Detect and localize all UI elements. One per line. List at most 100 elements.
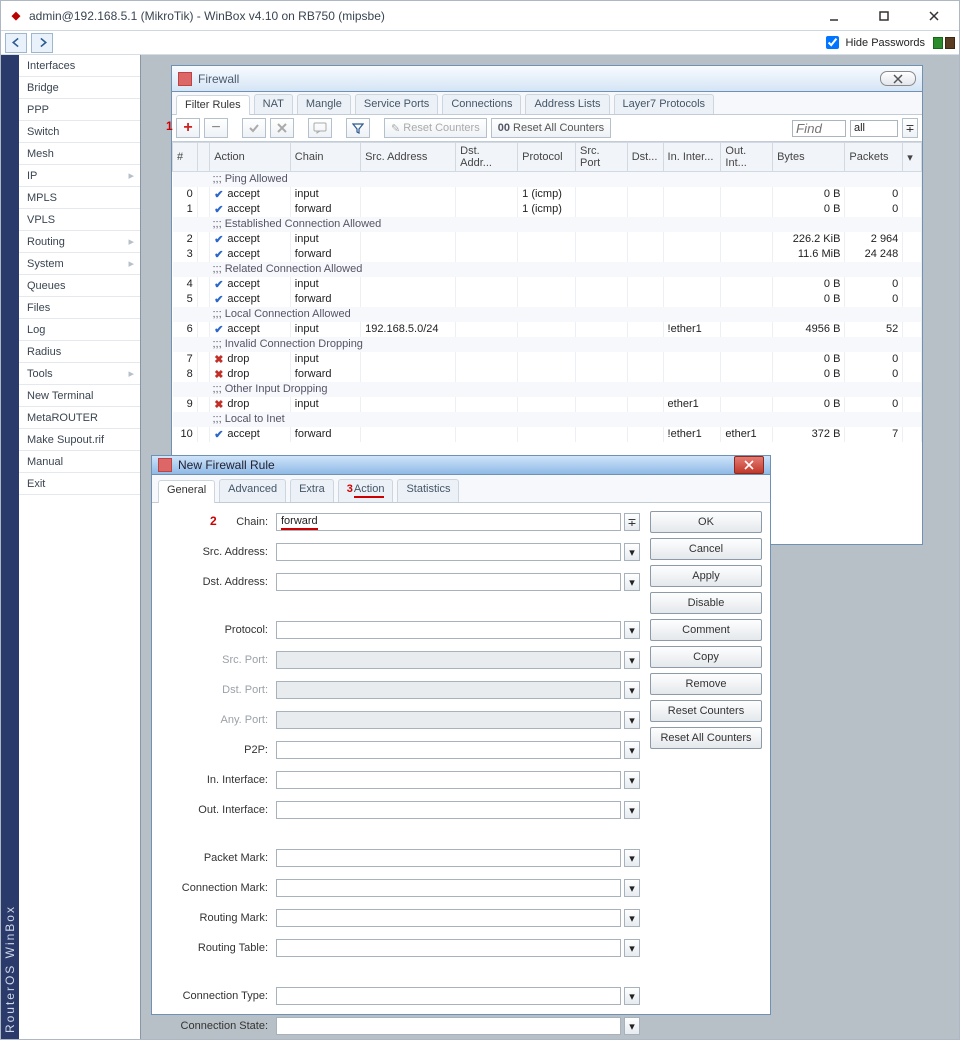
reset-counters-button[interactable]: Reset Counters	[650, 700, 762, 722]
new-rule-close-button[interactable]	[734, 456, 764, 474]
hide-passwords-checkbox[interactable]	[826, 36, 839, 49]
column-header[interactable]: Src. Address	[361, 143, 456, 172]
firewall-close-button[interactable]	[880, 71, 916, 86]
undo-button[interactable]	[5, 33, 27, 53]
column-header[interactable]: Bytes	[773, 143, 845, 172]
column-header[interactable]: Packets	[845, 143, 903, 172]
chain-dropdown-button[interactable]: ∓	[624, 513, 640, 531]
column-header[interactable]	[197, 143, 209, 172]
src-address-expand[interactable]: ▾	[624, 543, 640, 561]
close-button[interactable]	[917, 5, 951, 27]
table-row[interactable]: 4✔acceptinput0 B0	[173, 277, 922, 292]
sidebar-item-interfaces[interactable]: Interfaces	[19, 55, 140, 77]
tab-connections[interactable]: Connections	[442, 94, 521, 114]
comment-button[interactable]	[308, 118, 332, 138]
input-in-interface[interactable]	[276, 771, 621, 789]
tab-filter-rules[interactable]: Filter Rules	[176, 95, 250, 115]
out-interface-expand[interactable]: ▾	[624, 801, 640, 819]
input-packet-mark[interactable]	[276, 849, 621, 867]
input-chain[interactable]: forward	[276, 513, 621, 531]
tab-address-lists[interactable]: Address Lists	[525, 94, 609, 114]
input-dst-address[interactable]	[276, 573, 621, 591]
sidebar-item-manual[interactable]: Manual	[19, 451, 140, 473]
table-comment-row[interactable]: ;;; Related Connection Allowed	[173, 262, 922, 277]
minimize-button[interactable]	[817, 5, 851, 27]
cancel-button[interactable]: Cancel	[650, 538, 762, 560]
add-button[interactable]: +	[176, 118, 200, 138]
input-out-interface[interactable]	[276, 801, 621, 819]
column-header[interactable]: Protocol	[518, 143, 576, 172]
sidebar-item-switch[interactable]: Switch	[19, 121, 140, 143]
table-row[interactable]: 5✔acceptforward0 B0	[173, 292, 922, 307]
input-p2p[interactable]	[276, 741, 621, 759]
sidebar-item-routing[interactable]: Routing▸	[19, 231, 140, 253]
column-header[interactable]: Action	[210, 143, 291, 172]
maximize-button[interactable]	[867, 5, 901, 27]
column-header[interactable]: Dst. Addr...	[456, 143, 518, 172]
sidebar-item-files[interactable]: Files	[19, 297, 140, 319]
tab-nat[interactable]: NAT	[254, 94, 293, 114]
find-input[interactable]	[792, 120, 846, 137]
reset-all-counters-button[interactable]: Reset All Counters	[650, 727, 762, 749]
enable-button[interactable]	[242, 118, 266, 138]
table-comment-row[interactable]: ;;; Local Connection Allowed	[173, 307, 922, 322]
tab-extra[interactable]: Extra	[290, 479, 334, 502]
table-comment-row[interactable]: ;;; Established Connection Allowed	[173, 217, 922, 232]
disable-button[interactable]	[270, 118, 294, 138]
tab-mangle[interactable]: Mangle	[297, 94, 351, 114]
reset-all-counters-button[interactable]: 00 Reset All Counters	[491, 118, 611, 138]
input-routing-table[interactable]	[276, 939, 621, 957]
any-port-expand[interactable]: ▾	[624, 711, 640, 729]
column-header[interactable]: Out. Int...	[721, 143, 773, 172]
sidebar-item-queues[interactable]: Queues	[19, 275, 140, 297]
sidebar-item-tools[interactable]: Tools▸	[19, 363, 140, 385]
tab-general[interactable]: General	[158, 480, 215, 503]
routing-mark-expand[interactable]: ▾	[624, 909, 640, 927]
sidebar-item-mpls[interactable]: MPLS	[19, 187, 140, 209]
table-row[interactable]: 7✖dropinput0 B0	[173, 352, 922, 367]
sidebar-item-exit[interactable]: Exit	[19, 473, 140, 495]
apply-button[interactable]: Apply	[650, 565, 762, 587]
table-row[interactable]: 3✔acceptforward11.6 MiB24 248	[173, 247, 922, 262]
table-row[interactable]: 2✔acceptinput226.2 KiB2 964	[173, 232, 922, 247]
sidebar-item-ppp[interactable]: PPP	[19, 99, 140, 121]
input-src-address[interactable]	[276, 543, 621, 561]
new-rule-titlebar[interactable]: New Firewall Rule	[152, 456, 770, 475]
table-row[interactable]: 10✔acceptforward!ether1ether1372 B7	[173, 427, 922, 442]
copy-button[interactable]: Copy	[650, 646, 762, 668]
p2p-expand[interactable]: ▾	[624, 741, 640, 759]
table-row[interactable]: 9✖dropinputether10 B0	[173, 397, 922, 412]
sidebar-item-ip[interactable]: IP▸	[19, 165, 140, 187]
table-row[interactable]: 8✖dropforward0 B0	[173, 367, 922, 382]
tab-action[interactable]: 3Action	[338, 479, 394, 502]
dst-address-expand[interactable]: ▾	[624, 573, 640, 591]
comment-button[interactable]: Comment	[650, 619, 762, 641]
hide-passwords[interactable]: Hide Passwords	[822, 33, 925, 52]
packet-mark-expand[interactable]: ▾	[624, 849, 640, 867]
table-row[interactable]: 1✔acceptforward1 (icmp)0 B0	[173, 202, 922, 217]
table-comment-row[interactable]: ;;; Ping Allowed	[173, 172, 922, 187]
table-row[interactable]: 0✔acceptinput1 (icmp)0 B0	[173, 187, 922, 202]
filter-dropdown[interactable]: all	[850, 120, 898, 137]
input-routing-mark[interactable]	[276, 909, 621, 927]
tab-advanced[interactable]: Advanced	[219, 479, 286, 502]
tab-service-ports[interactable]: Service Ports	[355, 94, 438, 114]
table-row[interactable]: 6✔acceptinput192.168.5.0/24!ether14956 B…	[173, 322, 922, 337]
tab-statistics[interactable]: Statistics	[397, 479, 459, 502]
table-comment-row[interactable]: ;;; Invalid Connection Dropping	[173, 337, 922, 352]
firewall-titlebar[interactable]: Firewall	[172, 66, 922, 92]
sidebar-item-make-supout-rif[interactable]: Make Supout.rif	[19, 429, 140, 451]
table-comment-row[interactable]: ;;; Other Input Dropping	[173, 382, 922, 397]
sidebar-item-new-terminal[interactable]: New Terminal	[19, 385, 140, 407]
connection-mark-expand[interactable]: ▾	[624, 879, 640, 897]
column-header[interactable]: Chain	[290, 143, 360, 172]
sidebar-item-vpls[interactable]: VPLS	[19, 209, 140, 231]
sidebar-item-metarouter[interactable]: MetaROUTER	[19, 407, 140, 429]
disable-button[interactable]: Disable	[650, 592, 762, 614]
sidebar-item-radius[interactable]: Radius	[19, 341, 140, 363]
redo-button[interactable]	[31, 33, 53, 53]
protocol-expand[interactable]: ▾	[624, 621, 640, 639]
sidebar-item-log[interactable]: Log	[19, 319, 140, 341]
filter-dropdown-button[interactable]: ∓	[902, 118, 918, 138]
dst-port-expand[interactable]: ▾	[624, 681, 640, 699]
